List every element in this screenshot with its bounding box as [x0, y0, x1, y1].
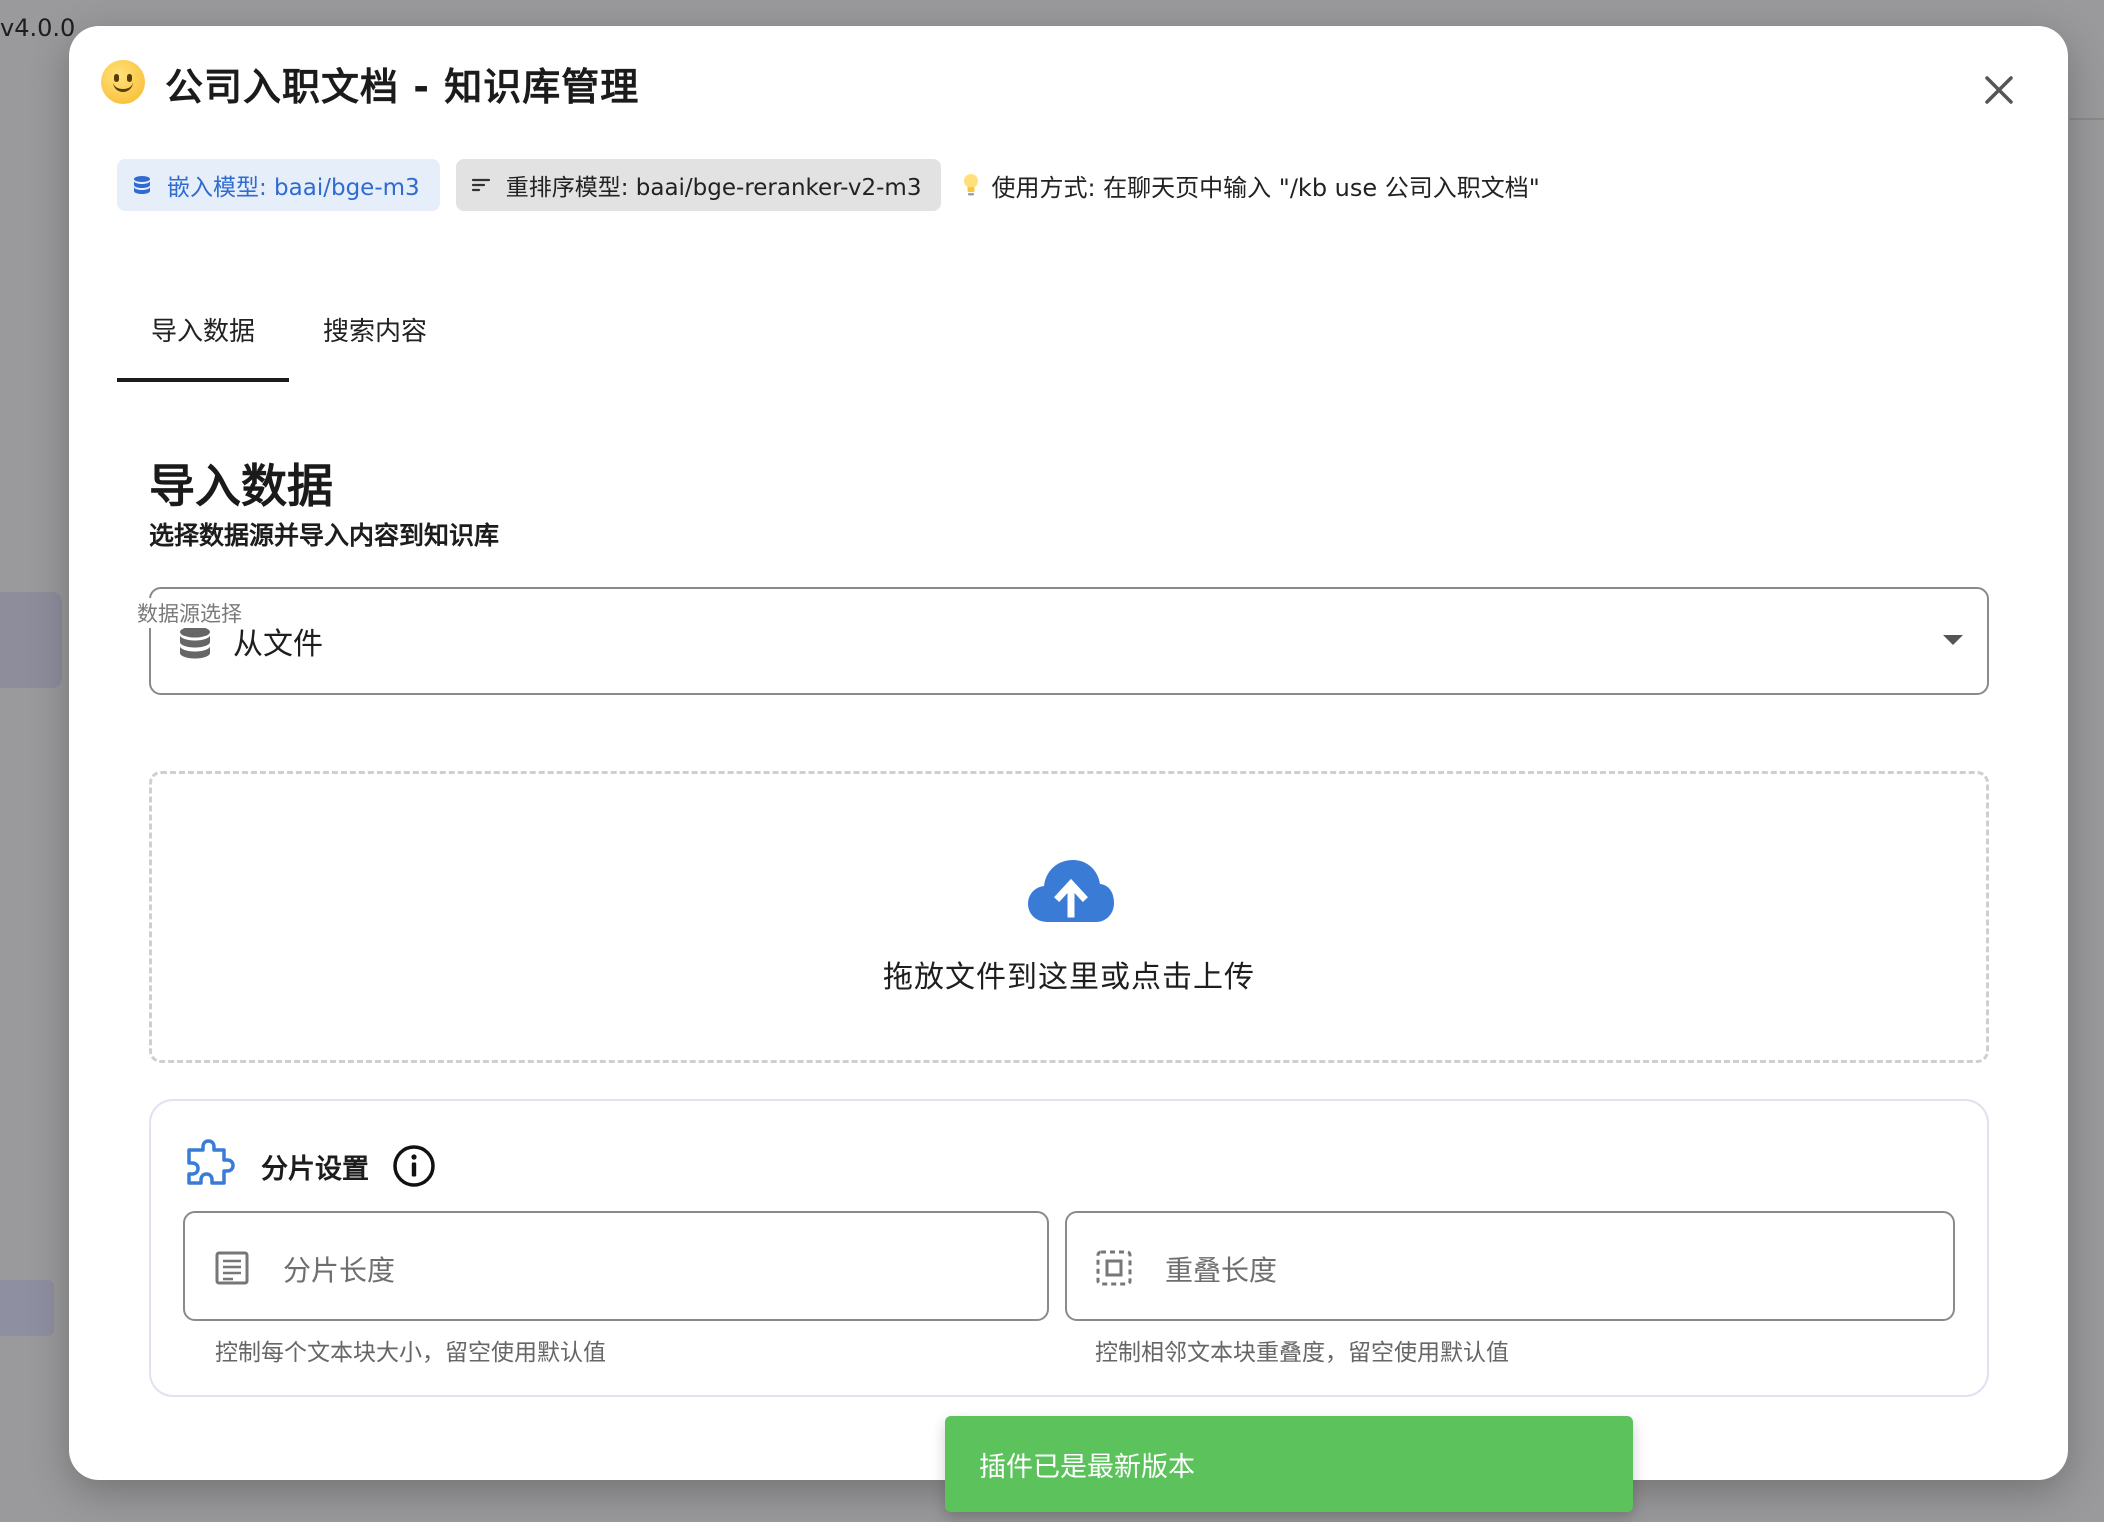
chunk-length-placeholder: 分片长度	[283, 1254, 396, 1287]
usage-hint: 使用方式: 在聊天页中输入 "/kb use 公司入职文档"	[957, 168, 1540, 203]
rerank-model-label: 重排序模型: baai/bge-reranker-v2-m3	[505, 175, 922, 201]
chunk-settings-card: 分片设置 分片长度 重叠长度 控制每个文本块大小，留空使用默认值 控制相邻文本块…	[149, 1099, 1989, 1397]
tab-bar: 导入数据 搜索内容	[117, 276, 461, 382]
section-title: 导入数据	[149, 459, 333, 513]
chunk-length-input[interactable]: 分片长度	[183, 1211, 1049, 1321]
usage-text: 使用方式: 在聊天页中输入 "/kb use 公司入职文档"	[991, 173, 1540, 202]
chunk-overlap-helper: 控制相邻文本块重叠度，留空使用默认值	[1095, 1340, 1509, 1366]
cloud-upload-icon	[1028, 860, 1114, 922]
database-icon	[180, 626, 210, 659]
app-version-label: v4.0.0	[0, 14, 76, 42]
tab-import-data[interactable]: 导入数据	[117, 276, 290, 382]
dialog-header: 公司入职文档 - 知识库管理	[69, 26, 2068, 136]
embed-model-chip: 嵌入模型: baai/bge-m3	[117, 159, 440, 211]
section-subtitle: 选择数据源并导入内容到知识库	[149, 521, 500, 550]
chunk-length-helper: 控制每个文本块大小，留空使用默认值	[215, 1340, 606, 1366]
model-info-bar: 嵌入模型: baai/bge-m3 重排序模型: baai/bge-rerank…	[117, 159, 1540, 211]
knowledge-base-dialog: 公司入职文档 - 知识库管理 嵌入模型: baai/bge-m3 重排序模型: …	[69, 26, 2068, 1480]
dropzone-text: 拖放文件到这里或点击上传	[883, 960, 1255, 995]
chunk-overlap-placeholder: 重叠长度	[1165, 1254, 1278, 1287]
toast-notification: 插件已是最新版本	[945, 1416, 1633, 1512]
close-button[interactable]	[1973, 64, 2025, 116]
smiley-emoji-icon	[101, 60, 145, 104]
dialog-title: 公司入职文档 - 知识库管理	[165, 65, 640, 109]
embed-model-label: 嵌入模型: baai/bge-m3	[167, 175, 420, 201]
selection-overlap-icon	[1096, 1250, 1132, 1286]
chunk-overlap-input[interactable]: 重叠长度	[1065, 1211, 1955, 1321]
data-source-select[interactable]: 从文件	[149, 587, 1989, 695]
toast-message: 插件已是最新版本	[979, 1451, 1195, 1483]
backdrop-sidebar-item	[0, 1280, 54, 1336]
file-dropzone[interactable]: 拖放文件到这里或点击上传	[149, 771, 1989, 1063]
data-source-label: 数据源选择	[127, 598, 252, 628]
text-document-icon	[215, 1251, 249, 1285]
close-icon	[1985, 76, 2013, 104]
puzzle-icon	[187, 1139, 235, 1185]
database-icon	[134, 176, 150, 194]
info-icon[interactable]	[391, 1143, 437, 1189]
chunk-settings-title: 分片设置	[261, 1154, 369, 1185]
sort-icon	[471, 178, 490, 192]
chevron-down-icon	[1943, 635, 1963, 645]
backdrop-sidebar-item	[0, 592, 62, 688]
lightbulb-icon	[964, 174, 979, 196]
rerank-model-chip: 重排序模型: baai/bge-reranker-v2-m3	[455, 159, 942, 211]
backdrop-divider	[2070, 118, 2104, 120]
tab-search-content[interactable]: 搜索内容	[289, 276, 461, 382]
